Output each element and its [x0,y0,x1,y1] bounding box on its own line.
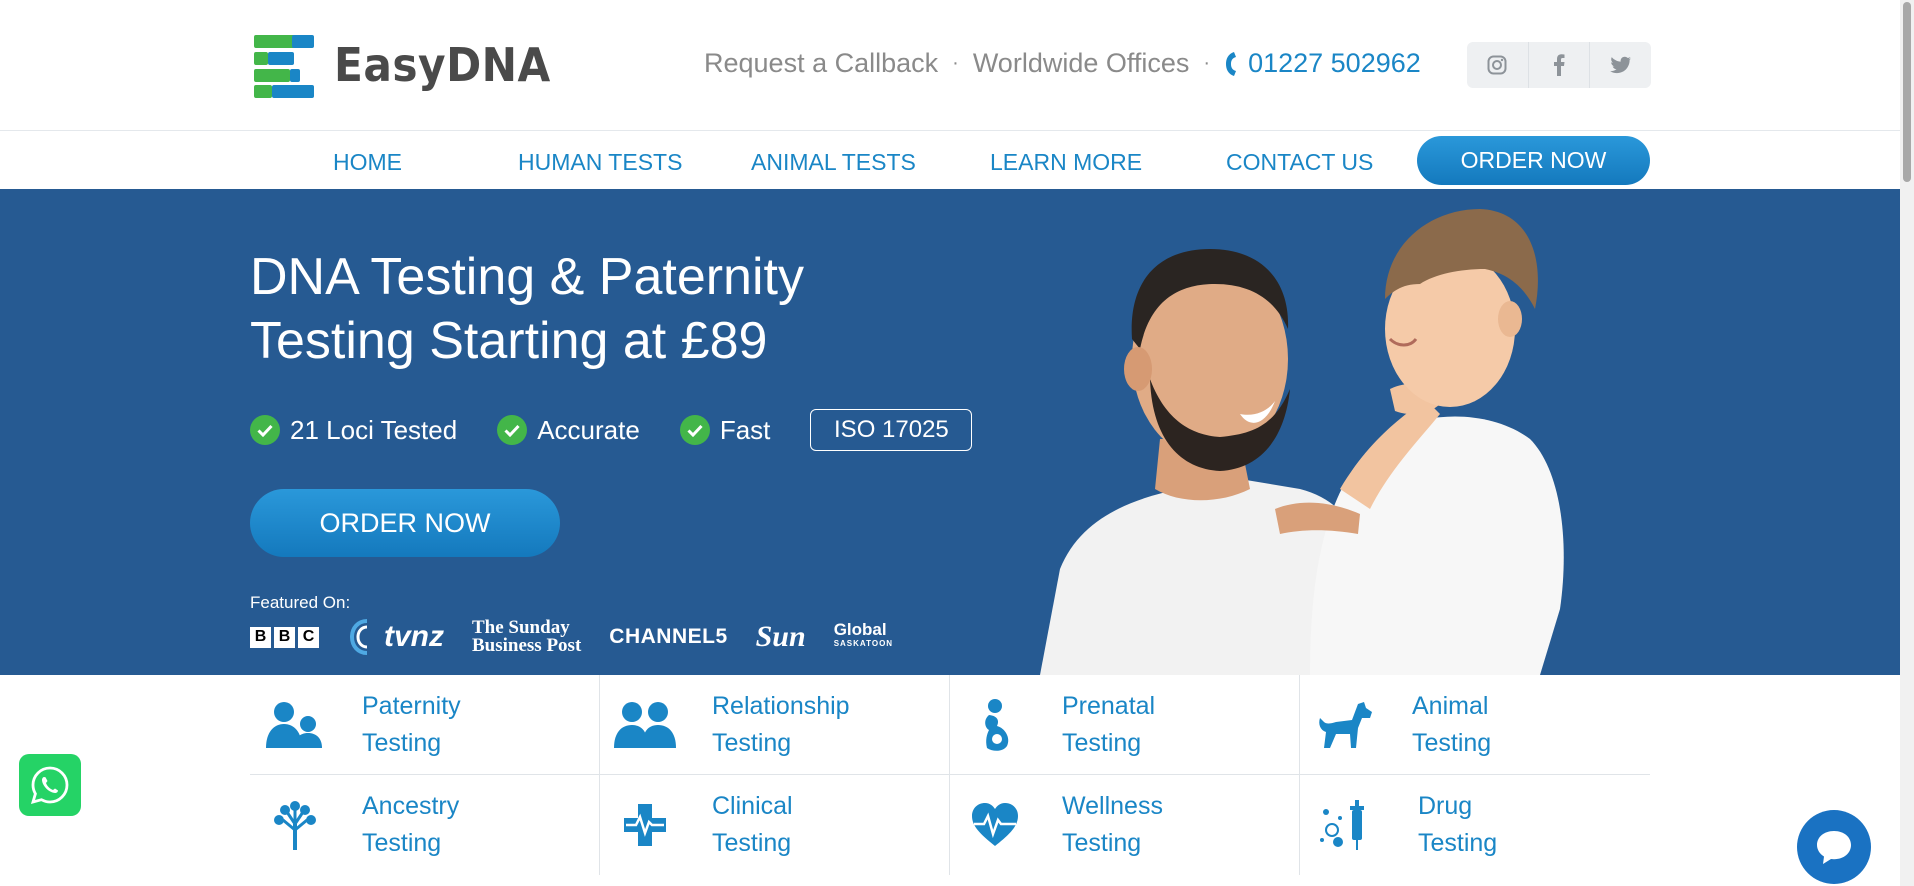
logo-mark-icon [252,33,316,98]
feature-item: Fast [679,414,771,446]
nav-human-tests[interactable]: HUMAN TESTS [518,149,682,176]
category-paternity-testing[interactable]: Paternity Testing [250,675,600,775]
hero-banner: DNA Testing & Paternity Testing Starting… [0,189,1900,675]
feature-item: 21 Loci Tested [250,415,457,446]
dog-icon [1319,701,1372,748]
feature-item: Accurate [497,415,640,446]
worldwide-offices-link[interactable]: Worldwide Offices [973,48,1190,79]
category-prenatal-testing[interactable]: Prenatal Testing [950,675,1300,775]
test-categories: Paternity Testing Relationship Testing P… [250,675,1650,875]
category-animal-testing[interactable]: Animal Testing [1300,675,1650,775]
category-label: Testing [1418,829,1498,857]
category-label: Testing [1412,728,1492,757]
hero-order-now-button[interactable]: ORDER NOW [250,489,560,557]
category-drug-testing[interactable]: Drug Testing [1300,775,1650,875]
channel5-logo: CHANNEL5 [609,625,728,648]
tvnz-logo: tvnz [350,619,444,655]
nav-animal-tests[interactable]: ANIMAL TESTS [751,149,916,176]
phone-icon [1226,51,1237,76]
live-chat-button[interactable] [1797,810,1871,884]
twitter-button[interactable] [1590,42,1651,88]
category-label: Drug [1418,792,1473,820]
facebook-icon [1554,54,1565,76]
media-logos: BBC tvnz The Sunday Business Post CHANNE… [250,617,921,656]
nav-home[interactable]: HOME [333,149,402,176]
category-label: Prenatal [1062,691,1156,720]
scrollbar-thumb[interactable] [1903,2,1911,182]
feature-label: Fast [719,414,771,445]
parent-child-icon [266,701,322,748]
category-relationship-testing[interactable]: Relationship Testing [600,675,950,775]
feature-label: Accurate [537,414,640,445]
featured-on-label: Featured On: [250,593,351,612]
main-nav: HOME HUMAN TESTS ANIMAL TESTS LEARN MORE… [0,131,1900,189]
category-label: Testing [1062,829,1142,857]
category-ancestry-testing[interactable]: Ancestry Testing [250,775,600,875]
check-icon [497,415,528,445]
nav-contact-us[interactable]: CONTACT US [1226,149,1373,176]
category-label: Wellness [1062,792,1163,820]
logo-text: EasyDNA [334,38,551,92]
whatsapp-button[interactable] [19,754,81,816]
separator: · [952,52,959,74]
header-links: Request a Callback · Worldwide Offices ·… [704,48,1421,79]
father-and-son-photo [1040,209,1564,675]
pregnant-icon [985,698,1009,751]
the-sun-logo: Sun [755,620,806,653]
syringe-icon [1320,800,1364,850]
check-icon [250,415,280,445]
feature-label: 21 Loci Tested [290,414,458,445]
category-label: Testing [712,829,792,857]
category-label: Animal [1412,691,1489,720]
whatsapp-icon [30,766,69,805]
global-logo: Global SASKATOON [833,620,894,648]
hero-title: DNA Testing & Paternity Testing Starting… [250,248,804,370]
twitter-icon [1609,56,1632,74]
bbc-logo: BBC [250,626,322,648]
category-clinical-testing[interactable]: Clinical Testing [600,775,950,875]
heartbeat-icon [972,803,1018,846]
site-header: EasyDNA Request a Callback · Worldwide O… [0,0,1900,131]
medical-cross-icon [624,804,666,846]
category-label: Testing [1062,728,1142,757]
category-label: Paternity [362,691,461,720]
hero-features: 21 Loci Tested Accurate Fast ISO 17025 [250,409,973,451]
tvnz-swirl-icon [350,619,368,655]
page-scrollbar[interactable] [1900,0,1914,886]
separator: · [1203,52,1211,74]
people-icon [614,701,676,748]
instagram-icon [1487,55,1507,75]
chat-bubble-icon [1817,831,1851,864]
nav-learn-more[interactable]: LEARN MORE [990,149,1142,176]
nav-order-now-button[interactable]: ORDER NOW [1417,136,1650,185]
sunday-business-post-logo: The Sunday Business Post [472,617,582,656]
check-icon [679,415,710,445]
iso-badge: ISO 17025 [810,409,973,451]
social-links [1467,42,1651,88]
logo[interactable]: EasyDNA [252,32,570,98]
category-wellness-testing[interactable]: Wellness Testing [950,775,1300,875]
category-label: Testing [712,728,792,757]
tree-icon [274,801,316,850]
category-label: Ancestry [362,792,460,820]
category-label: Testing [362,728,442,757]
instagram-button[interactable] [1467,42,1529,88]
category-label: Clinical [712,792,793,820]
category-label: Testing [362,829,442,857]
phone-link[interactable]: 01227 502962 [1224,48,1421,79]
request-callback-link[interactable]: Request a Callback [704,48,938,79]
category-label: Relationship [712,691,850,720]
facebook-button[interactable] [1529,42,1591,88]
phone-number: 01227 502962 [1248,48,1421,78]
